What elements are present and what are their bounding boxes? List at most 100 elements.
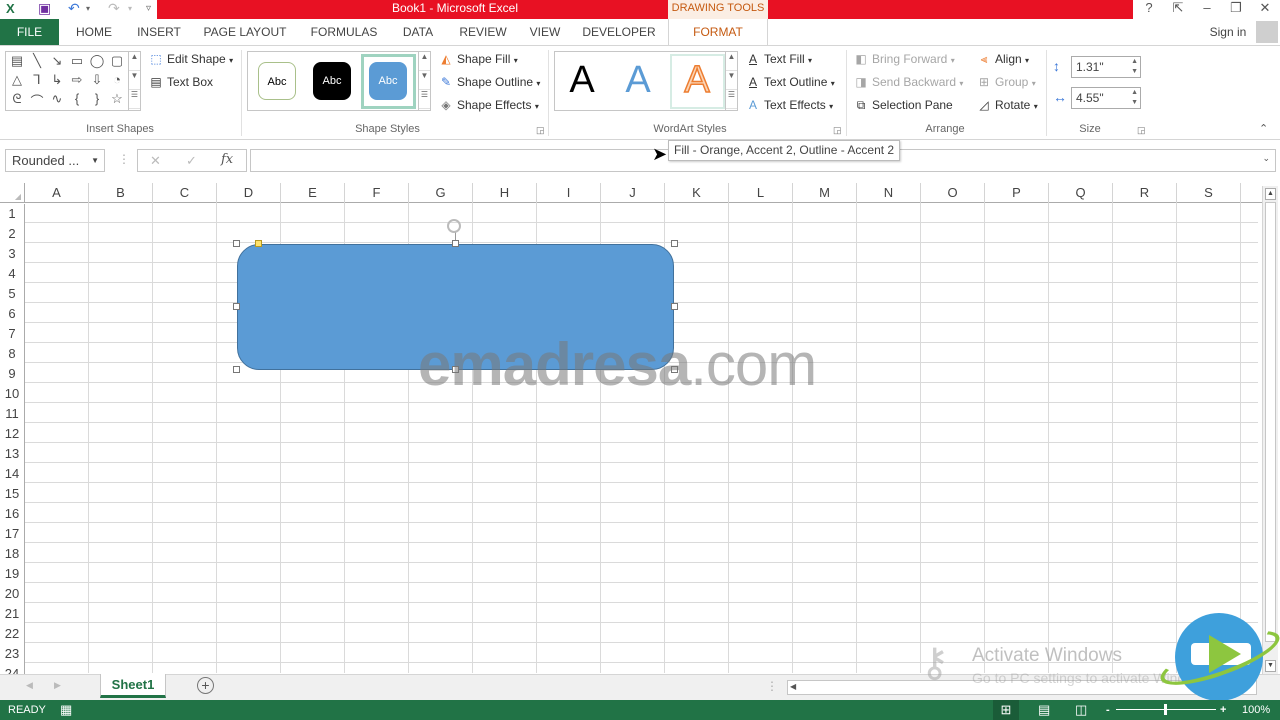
wordart-blue-option[interactable]: A bbox=[614, 55, 662, 105]
insert-function-icon[interactable]: fx bbox=[221, 152, 233, 167]
text-outline-button[interactable]: A Text Outline ▾ bbox=[745, 72, 835, 92]
resize-handle-top[interactable] bbox=[452, 240, 459, 247]
row-header-4[interactable]: 4 bbox=[0, 264, 25, 284]
shape-outline-button[interactable]: ✎ Shape Outline ▾ bbox=[438, 72, 540, 92]
column-header-h[interactable]: H bbox=[473, 183, 537, 203]
corner-adjust-handle[interactable] bbox=[255, 240, 262, 247]
star-shape-icon[interactable]: ☆ bbox=[107, 91, 127, 107]
shape-style-blue-option[interactable]: Abc bbox=[369, 62, 407, 100]
column-header-r[interactable]: R bbox=[1113, 183, 1177, 203]
tab-file[interactable]: FILE bbox=[0, 19, 59, 45]
sheet-tab-sheet1[interactable]: Sheet1 bbox=[100, 674, 166, 698]
shape-width-input[interactable]: 4.55" ▲ ▼ bbox=[1071, 87, 1141, 109]
scrollbar-split-icon[interactable]: ⋮ bbox=[766, 679, 778, 693]
zoom-level[interactable]: 100% bbox=[1242, 700, 1270, 720]
row-header-24[interactable]: 24 bbox=[0, 664, 25, 674]
row-header-11[interactable]: 11 bbox=[0, 404, 25, 424]
column-header-n[interactable]: N bbox=[857, 183, 921, 203]
row-header-15[interactable]: 15 bbox=[0, 484, 25, 504]
close-icon[interactable]: ✕ bbox=[1251, 0, 1279, 19]
row-header-12[interactable]: 12 bbox=[0, 424, 25, 444]
zoom-slider-thumb[interactable] bbox=[1164, 704, 1167, 715]
tab-view[interactable]: VIEW bbox=[522, 19, 568, 45]
wordart-dialog-launcher[interactable]: ◲ bbox=[833, 125, 842, 136]
row-header-20[interactable]: 20 bbox=[0, 584, 25, 604]
cancel-icon[interactable]: ✕ bbox=[150, 153, 161, 169]
row-header-17[interactable]: 17 bbox=[0, 524, 25, 544]
enter-icon[interactable]: ✓ bbox=[186, 153, 197, 169]
row-header-7[interactable]: 7 bbox=[0, 324, 25, 344]
size-dialog-launcher[interactable]: ◲ bbox=[1137, 125, 1146, 136]
group-button[interactable]: ⊞ Group ▾ bbox=[976, 72, 1036, 92]
row-header-18[interactable]: 18 bbox=[0, 544, 25, 564]
vertical-scrollbar[interactable]: ▲ ▼ bbox=[1262, 186, 1278, 674]
row-header-21[interactable]: 21 bbox=[0, 604, 25, 624]
vertical-scroll-thumb[interactable] bbox=[1265, 202, 1276, 642]
row-header-8[interactable]: 8 bbox=[0, 344, 25, 364]
shape-effects-button[interactable]: ◈ Shape Effects ▾ bbox=[438, 95, 538, 115]
shape-styles-gallery[interactable]: Abc Abc Abc ▲ ▼ ☰ bbox=[247, 51, 431, 111]
column-header-g[interactable]: G bbox=[409, 183, 473, 203]
text-box-shape-icon[interactable]: ▤ bbox=[7, 53, 27, 69]
wordart-styles-gallery[interactable]: A A A ▲ ▼ ☰ bbox=[554, 51, 738, 111]
row-header-1[interactable]: 1 bbox=[0, 204, 25, 224]
wordart-gallery-scroll[interactable]: ▲ ▼ ☰ bbox=[725, 52, 737, 110]
row-header-19[interactable]: 19 bbox=[0, 564, 25, 584]
row-header-6[interactable]: 6 bbox=[0, 304, 25, 324]
tab-home[interactable]: HOME bbox=[66, 19, 122, 45]
row-header-5[interactable]: 5 bbox=[0, 284, 25, 304]
edit-shape-button[interactable]: ⬚ Edit Shape ▾ bbox=[148, 49, 233, 69]
expand-formula-bar-icon[interactable]: ⌄ bbox=[1262, 153, 1270, 164]
arrow-line-shape-icon[interactable]: ↘ bbox=[47, 53, 67, 69]
curve-shape-icon[interactable]: ∿ bbox=[47, 91, 67, 107]
tab-insert[interactable]: INSERT bbox=[130, 19, 188, 45]
column-header-e[interactable]: E bbox=[281, 183, 345, 203]
resize-handle-right[interactable] bbox=[671, 303, 678, 310]
restore-icon[interactable]: ❐ bbox=[1222, 0, 1250, 19]
line-shape-icon[interactable]: ╲ bbox=[27, 53, 47, 69]
column-header-q[interactable]: Q bbox=[1049, 183, 1113, 203]
row-header-16[interactable]: 16 bbox=[0, 504, 25, 524]
shape-style-black-option[interactable]: Abc bbox=[313, 62, 351, 100]
next-sheet-icon[interactable]: ▶ bbox=[54, 680, 61, 691]
row-header-13[interactable]: 13 bbox=[0, 444, 25, 464]
column-header-j[interactable]: J bbox=[601, 183, 665, 203]
ribbon-display-options-icon[interactable]: ⇱ bbox=[1164, 0, 1192, 19]
rounded-rectangle-shape-icon[interactable]: ▢ bbox=[107, 53, 127, 69]
row-header-2[interactable]: 2 bbox=[0, 224, 25, 244]
shape-fill-button[interactable]: ◭ Shape Fill ▾ bbox=[438, 49, 517, 69]
column-header-s[interactable]: S bbox=[1177, 183, 1241, 203]
resize-handle-top-right[interactable] bbox=[671, 240, 678, 247]
selection-pane-button[interactable]: ⧉ Selection Pane bbox=[853, 95, 953, 115]
shape-height-input[interactable]: 1.31" ▲ ▼ bbox=[1071, 56, 1141, 78]
column-header-f[interactable]: F bbox=[345, 183, 409, 203]
new-sheet-icon[interactable]: + bbox=[197, 677, 214, 694]
column-header-a[interactable]: A bbox=[25, 183, 89, 203]
help-icon[interactable]: ? bbox=[1135, 0, 1163, 19]
scroll-down-icon[interactable]: ▼ bbox=[1265, 660, 1276, 672]
column-header-d[interactable]: D bbox=[217, 183, 281, 203]
rotate-button[interactable]: ◿ Rotate ▾ bbox=[976, 95, 1037, 115]
left-brace-shape-icon[interactable]: { bbox=[67, 91, 87, 106]
bring-forward-button[interactable]: ◧ Bring Forward ▾ bbox=[853, 49, 954, 69]
rotation-handle[interactable] bbox=[447, 219, 461, 233]
page-break-view-icon[interactable]: ◫ bbox=[1075, 700, 1087, 720]
resize-handle-bottom-left[interactable] bbox=[233, 366, 240, 373]
scribble-shape-icon[interactable]: ᘓ bbox=[7, 91, 27, 107]
row-header-9[interactable]: 9 bbox=[0, 364, 25, 384]
send-backward-button[interactable]: ◨ Send Backward ▾ bbox=[853, 72, 963, 92]
column-header-l[interactable]: L bbox=[729, 183, 793, 203]
down-arrow-shape-icon[interactable]: ⇩ bbox=[87, 72, 107, 88]
text-effects-button[interactable]: A Text Effects ▾ bbox=[745, 95, 833, 115]
rectangle-shape-icon[interactable]: ▭ bbox=[67, 53, 87, 69]
shape-styles-gallery-scroll[interactable]: ▲ ▼ ☰ bbox=[418, 52, 430, 110]
column-header-o[interactable]: O bbox=[921, 183, 985, 203]
normal-view-icon[interactable]: ⊞ bbox=[993, 700, 1019, 720]
column-header-i[interactable]: I bbox=[537, 183, 601, 203]
row-header-22[interactable]: 22 bbox=[0, 624, 25, 644]
zoom-in-button[interactable]: + bbox=[1220, 700, 1226, 720]
right-arrow-shape-icon[interactable]: ⇨ bbox=[67, 72, 87, 88]
tab-review[interactable]: REVIEW bbox=[452, 19, 514, 45]
row-header-3[interactable]: 3 bbox=[0, 244, 25, 264]
shapes-gallery-scroll[interactable]: ▲ ▼ ☰ bbox=[128, 52, 140, 110]
